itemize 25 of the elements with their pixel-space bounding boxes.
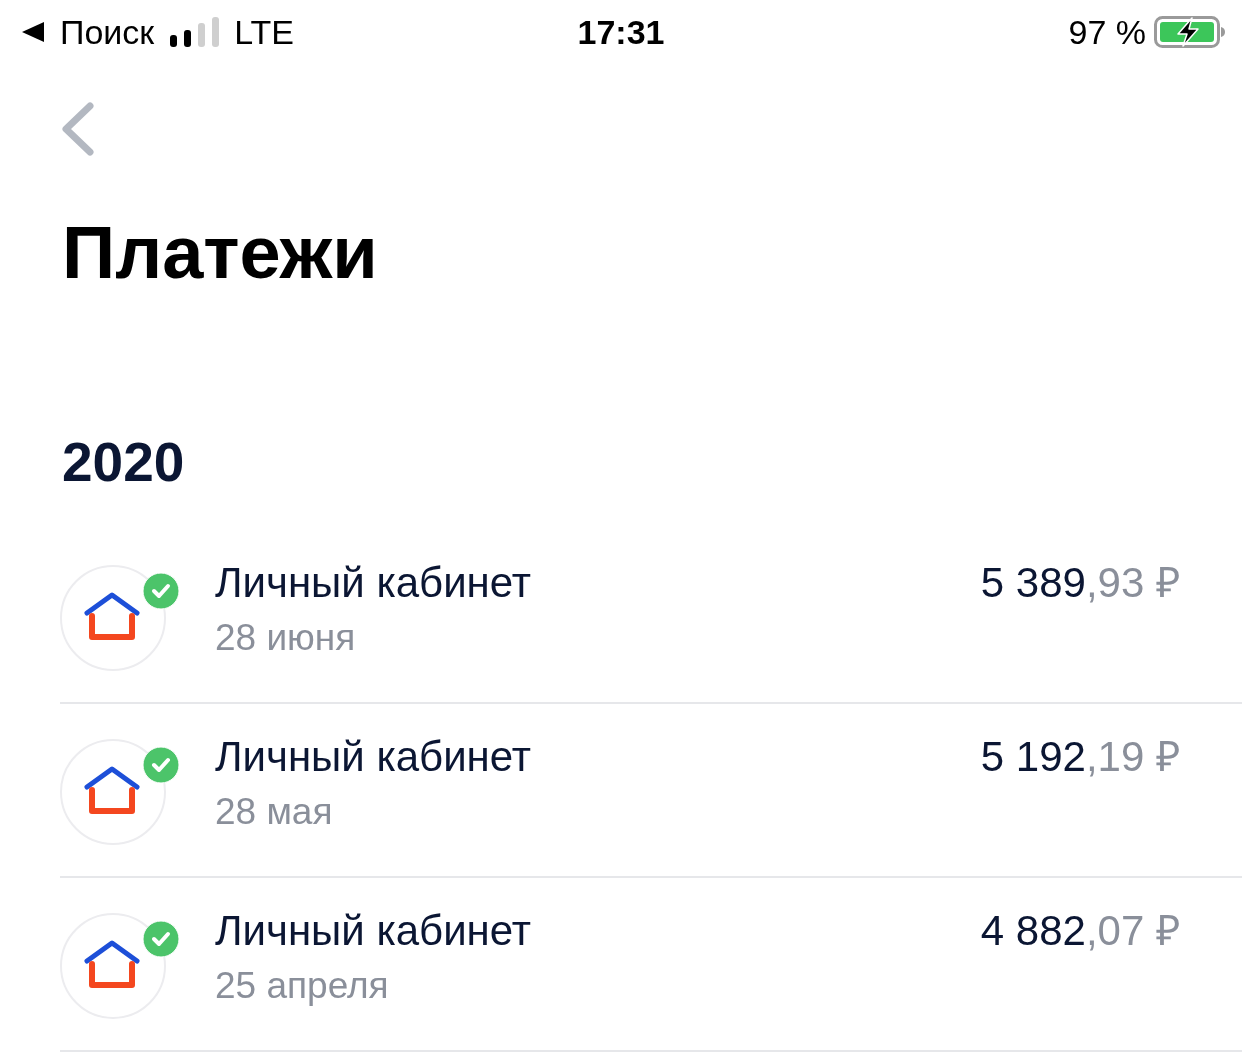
back-to-app-label[interactable]: Поиск bbox=[60, 12, 155, 52]
payment-date: 28 мая bbox=[215, 790, 334, 834]
year-heading: 2020 bbox=[62, 435, 186, 490]
payment-amount: 4 882,07 ₽ bbox=[980, 906, 1180, 956]
page-title: Платежи bbox=[62, 216, 379, 290]
back-triangle-icon[interactable] bbox=[22, 22, 44, 42]
network-type: LTE bbox=[234, 12, 295, 52]
payment-row[interactable]: Личный кабинет 28 июня 5 389,93 ₽ bbox=[60, 530, 1242, 704]
payment-title: Личный кабинет bbox=[215, 732, 532, 782]
payment-title: Личный кабинет bbox=[215, 906, 532, 956]
house-icon bbox=[60, 565, 166, 671]
payment-title: Личный кабинет bbox=[215, 558, 532, 608]
payment-amount: 5 192,19 ₽ bbox=[980, 732, 1180, 782]
payment-date: 25 апреля bbox=[215, 964, 390, 1008]
house-icon bbox=[60, 913, 166, 1019]
payment-row[interactable]: Личный кабинет 25 апреля 4 882,07 ₽ bbox=[60, 878, 1242, 1052]
clock-time: 17:31 bbox=[577, 12, 665, 52]
back-chevron-icon bbox=[60, 101, 96, 157]
signal-bars-icon bbox=[170, 17, 221, 47]
payment-amount: 5 389,93 ₽ bbox=[980, 558, 1180, 608]
payment-row[interactable]: Личный кабинет 28 мая 5 192,19 ₽ bbox=[60, 704, 1242, 878]
house-icon bbox=[60, 739, 166, 845]
payment-date: 28 июня bbox=[215, 616, 357, 660]
charging-battery-icon bbox=[1154, 16, 1226, 48]
battery-percentage: 97 % bbox=[1068, 12, 1146, 52]
